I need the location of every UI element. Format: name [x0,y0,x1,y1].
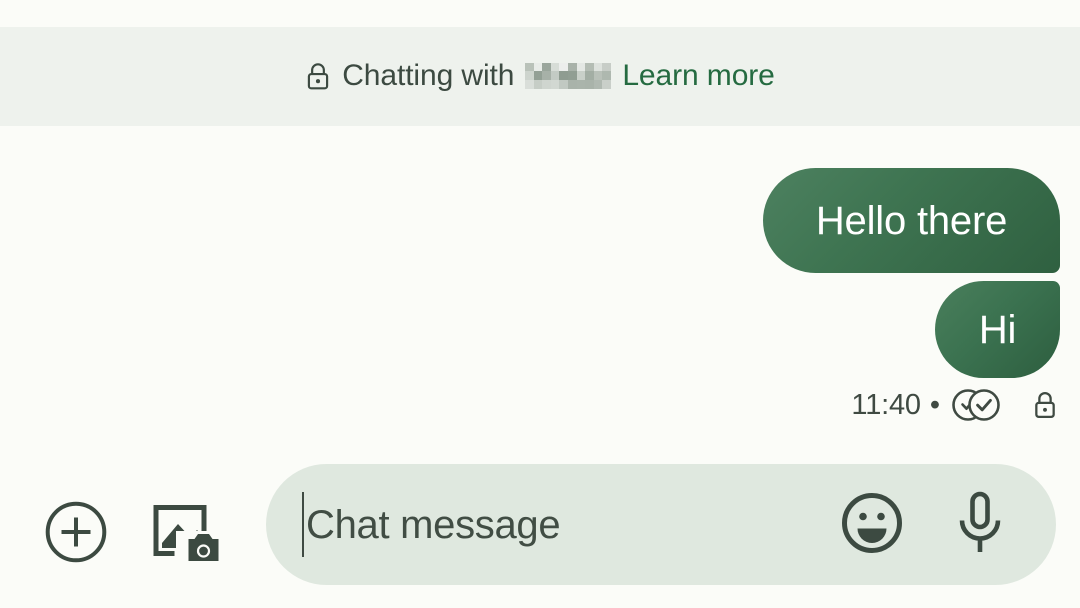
lock-icon [308,62,329,89]
chat-input[interactable]: Chat message [266,464,1056,585]
message-bubble-outgoing[interactable]: Hi [935,281,1060,378]
gallery-camera-button[interactable] [152,501,220,565]
redacted-contact-name [525,62,612,89]
microphone-icon [959,491,1001,552]
lock-icon [1035,392,1055,419]
message-thread: Hello there Hi 11:40 • [0,126,1080,464]
chat-input-placeholder: Chat message [306,503,561,547]
image-camera-icon [153,505,220,565]
chat-screen: Chatting with Learn more Hello there Hi … [0,0,1080,608]
learn-more-link[interactable]: Learn more [622,59,775,93]
status-separator: • [929,388,940,421]
encryption-banner-text: Chatting with [342,58,515,92]
message-timestamp: 11:40 [851,388,921,421]
message-bubble-outgoing[interactable]: Hello there [763,168,1060,273]
message-status-row: 11:40 • [851,385,1058,425]
encryption-banner-content: Chatting with Learn more [305,59,775,93]
double-check-delivered-icon [952,389,1000,421]
composer-bar: Chat message [0,464,1080,586]
emoji-smiley-icon [842,493,902,553]
encryption-banner: Chatting with Learn more [0,27,1080,126]
text-cursor [302,492,304,557]
microphone-button[interactable] [951,490,1009,556]
plus-circle-icon [45,501,107,563]
emoji-button[interactable] [841,492,903,554]
attach-button[interactable] [45,501,107,563]
message-text: Hello there [815,198,1008,243]
message-text: Hi [978,307,1017,352]
